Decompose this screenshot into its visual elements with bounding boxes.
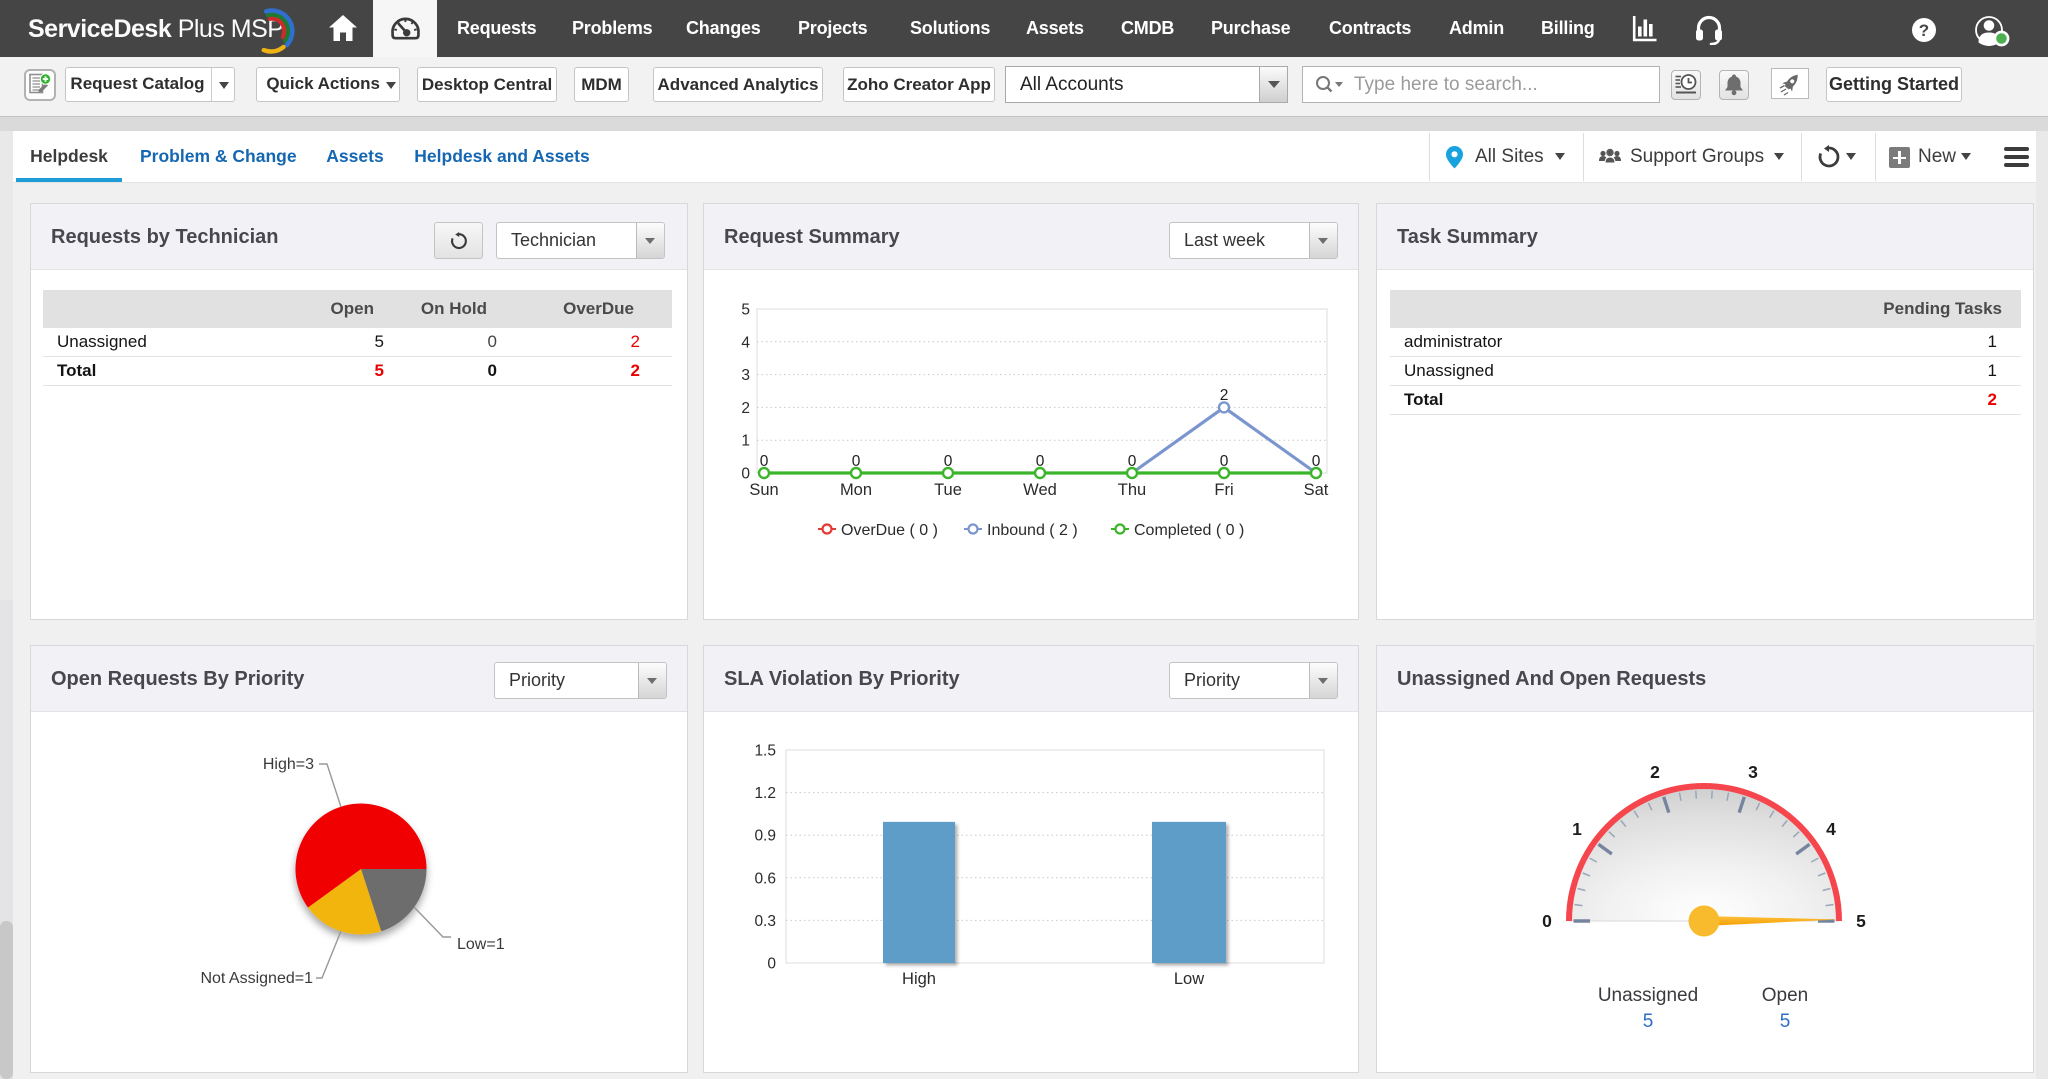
svg-text:4: 4 — [741, 334, 750, 351]
svg-text:3: 3 — [1748, 762, 1758, 782]
svg-text:5: 5 — [1780, 1011, 1791, 1032]
svg-text:Sat: Sat — [1304, 481, 1329, 499]
svg-text:0: 0 — [767, 956, 776, 973]
svg-text:Low: Low — [1174, 970, 1204, 988]
svg-text:2: 2 — [1650, 762, 1660, 782]
svg-text:1: 1 — [741, 433, 750, 450]
svg-text:Thu: Thu — [1118, 481, 1146, 499]
svg-text:Wed: Wed — [1023, 481, 1057, 499]
svg-text:Mon: Mon — [840, 481, 872, 499]
svg-text:1.5: 1.5 — [754, 743, 776, 760]
svg-text:Completed ( 0 ): Completed ( 0 ) — [1134, 522, 1244, 539]
svg-text:0: 0 — [1036, 453, 1045, 470]
svg-text:5: 5 — [1856, 911, 1866, 931]
svg-text:Fri: Fri — [1214, 481, 1233, 499]
svg-text:0: 0 — [741, 466, 750, 483]
svg-text:Tue: Tue — [934, 481, 962, 499]
svg-text:0: 0 — [1220, 453, 1229, 470]
svg-text:0.3: 0.3 — [754, 913, 776, 930]
svg-text:Low=1: Low=1 — [457, 936, 505, 953]
svg-text:OverDue ( 0 ): OverDue ( 0 ) — [841, 522, 938, 539]
svg-text:0: 0 — [852, 453, 861, 470]
svg-text:5: 5 — [741, 302, 750, 319]
svg-text:2: 2 — [1220, 387, 1229, 404]
svg-text:High=3: High=3 — [263, 756, 314, 773]
svg-text:0.6: 0.6 — [754, 870, 776, 887]
svg-text:Inbound ( 2 ): Inbound ( 2 ) — [987, 522, 1078, 539]
svg-text:Open: Open — [1762, 985, 1808, 1006]
svg-text:1: 1 — [1572, 819, 1582, 839]
svg-text:0: 0 — [1542, 911, 1552, 931]
svg-text:0.9: 0.9 — [754, 828, 776, 845]
svg-text:1.2: 1.2 — [754, 785, 776, 802]
svg-text:0: 0 — [760, 453, 769, 470]
svg-text:5: 5 — [1643, 1011, 1654, 1032]
svg-text:Sun: Sun — [749, 481, 778, 499]
svg-text:4: 4 — [1826, 819, 1836, 839]
svg-text:High: High — [902, 970, 936, 988]
svg-text:0: 0 — [944, 453, 953, 470]
svg-text:2: 2 — [741, 400, 750, 417]
svg-text:Unassigned: Unassigned — [1598, 985, 1698, 1006]
svg-text:0: 0 — [1312, 453, 1321, 470]
svg-text:0: 0 — [1128, 453, 1137, 470]
svg-text:3: 3 — [741, 367, 750, 384]
svg-text:Not Assigned=1: Not Assigned=1 — [200, 970, 313, 987]
